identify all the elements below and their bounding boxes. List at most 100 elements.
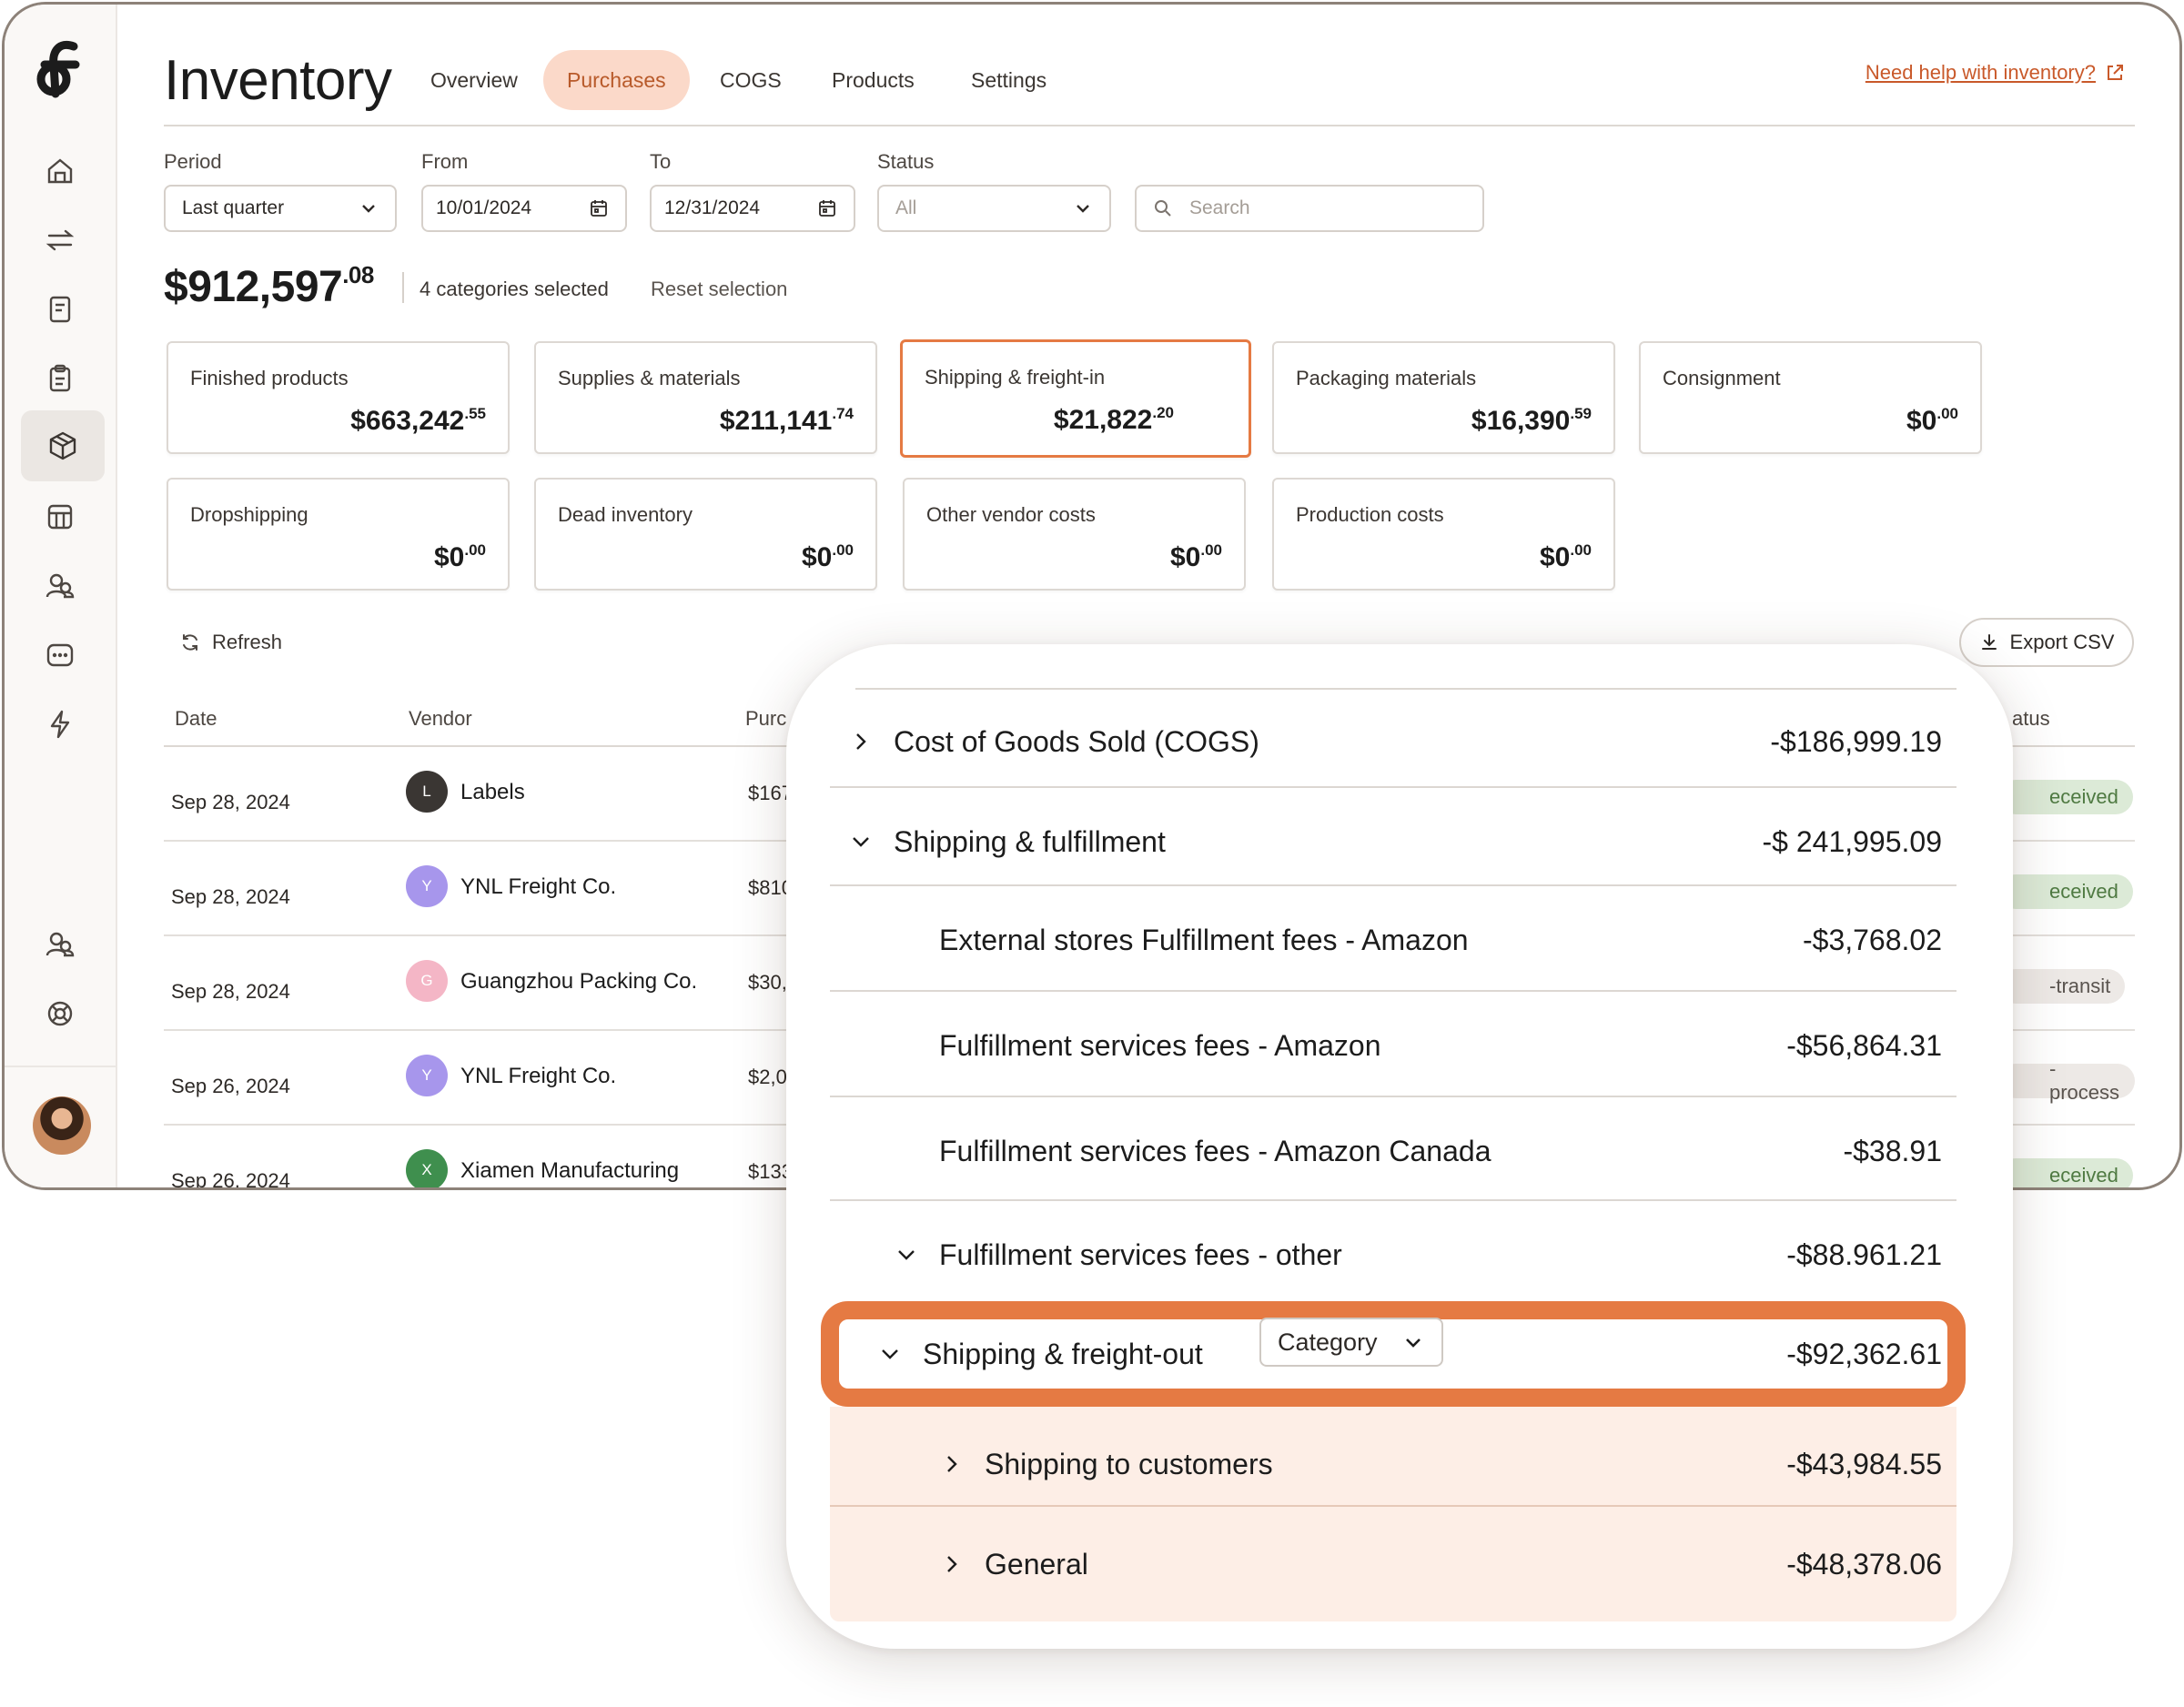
breakdown-value: -$38.91 [1843,1134,1942,1167]
category-value: $0.00 [1540,541,1592,573]
category-value: $0.00 [434,541,486,573]
expanded-children [830,1407,1956,1621]
category-name: Shipping & freight-in [925,366,1106,389]
category-card-finished-products[interactable]: Finished products $663,242.55 [167,341,510,454]
tab-overview[interactable]: Overview [407,50,541,110]
category-value-main: $0 [1169,542,1201,572]
team-icon[interactable] [32,916,88,973]
chevron-right-icon[interactable] [848,729,874,754]
avatar[interactable] [33,1096,91,1155]
package-icon[interactable] [21,410,105,481]
breakdown-row-external-amazon[interactable]: External stores Fulfillment fees - Amazo… [830,919,1956,961]
tab-cogs[interactable]: COGS [696,50,805,110]
vendor-avatar: G [406,960,448,1002]
bolt-icon[interactable] [32,696,88,752]
category-card-supplies-materials[interactable]: Supplies & materials $211,141.74 [534,341,877,454]
transfer-icon[interactable] [32,212,88,268]
category-card-production-costs[interactable]: Production costs $0.00 [1272,478,1615,591]
export-csv-label: Export CSV [2009,631,2115,653]
category-card-shipping-freight-in[interactable]: Shipping & freight-in $21,822.20 [900,339,1251,458]
breakdown-divider [855,688,1956,690]
breakdown-row-fulfillment-other[interactable]: Fulfillment services fees - other -$88.9… [830,1234,1956,1276]
download-icon [1981,634,1997,650]
from-date-value: 10/01/2024 [436,197,532,218]
to-label: To [650,150,672,173]
breakdown-row-fulfillment-amazon-canada[interactable]: Fulfillment services fees - Amazon Canad… [830,1130,1956,1172]
breakdown-row-shipping-fulfillment[interactable]: Shipping & fulfillment -$ 241,995.09 [830,821,1956,863]
from-date-field[interactable]: 10/01/2024 [421,185,627,232]
refresh-icon [183,634,197,651]
to-date-field[interactable]: 12/31/2024 [650,185,855,232]
period-select[interactable]: Last quarter [164,185,397,232]
category-card-dropshipping[interactable]: Dropshipping $0.00 [167,478,510,591]
total-amount: $912,597.08 [164,261,374,312]
logo-icon[interactable] [32,37,90,103]
tab-purchases[interactable]: Purchases [543,50,690,110]
tab-settings[interactable]: Settings [947,50,1070,110]
refresh-label: Refresh [212,631,283,653]
page-title: Inventory [164,49,392,112]
chevron-right-icon[interactable] [939,1551,965,1577]
chevron-down-icon[interactable] [848,829,874,854]
home-icon[interactable] [32,143,88,199]
store-icon[interactable] [32,489,88,545]
category-value: $0.00 [802,541,854,573]
calendar-icon[interactable] [817,198,837,218]
row-date: Sep 26, 2024 [171,1075,290,1097]
category-value: $16,390.59 [1471,405,1592,437]
category-value-cents: .59 [1570,405,1592,422]
breakdown-value: -$92,362.61 [1786,1337,1942,1370]
chat-icon[interactable] [32,627,88,683]
tab-products[interactable]: Products [808,50,938,110]
category-value-main: $16,390 [1471,406,1571,436]
breakdown-label: Fulfillment services fees - other [939,1237,1342,1271]
clipboard-icon[interactable] [32,350,88,407]
breakdown-popover: Cost of Goods Sold (COGS) -$186,999.19 S… [786,644,2013,1649]
chevron-down-icon[interactable] [877,1341,903,1367]
breakdown-label: Fulfillment services fees - Amazon [939,1028,1381,1062]
breakdown-row-cogs[interactable]: Cost of Goods Sold (COGS) -$186,999.19 [830,721,1956,763]
breakdown-divider [830,786,1956,788]
breakdown-row-fulfillment-amazon[interactable]: Fulfillment services fees - Amazon -$56,… [830,1025,1956,1066]
breakdown-row-general[interactable]: General -$48,378.06 [830,1543,1956,1585]
total-separator [402,272,404,303]
breakdown-row-shipping-to-customers[interactable]: Shipping to customers -$43,984.55 [830,1443,1956,1485]
search-input[interactable]: Search [1135,185,1484,232]
category-select[interactable]: Category [1259,1318,1443,1367]
total-main: $912,597 [164,263,343,311]
invoice-icon[interactable] [32,281,88,338]
chevron-down-icon [1406,1338,1421,1348]
sidebar [5,5,117,1187]
column-header-status[interactable]: atus [2012,707,2050,731]
category-name: Production costs [1296,503,1444,526]
help-icon[interactable] [32,985,88,1042]
refresh-button[interactable]: Refresh [179,631,282,654]
category-value-cents: .74 [832,405,854,422]
category-card-other-vendor-costs[interactable]: Other vendor costs $0.00 [903,478,1246,591]
row-vendor: Labels [460,780,525,804]
header-divider [164,125,2135,126]
export-csv-button[interactable]: Export CSV [1959,618,2134,667]
chevron-down-icon[interactable] [894,1242,919,1268]
users-icon[interactable] [32,558,88,614]
help-link[interactable]: Need help with inventory? [1866,61,2125,85]
category-value-cents: .00 [1936,405,1958,422]
row-vendor: YNL Freight Co. [460,1064,617,1088]
column-header-purchase[interactable]: Purc [745,707,786,731]
breakdown-value: -$ 241,995.09 [1762,824,1943,858]
highlighted-row-shipping-freight-out[interactable]: Shipping & freight-out -$92,362.61 Categ… [821,1301,1966,1407]
column-header-vendor[interactable]: Vendor [409,707,472,731]
breakdown-value: -$43,984.55 [1786,1447,1942,1480]
breakdown-label: Shipping & fulfillment [894,824,1166,858]
chevron-right-icon[interactable] [939,1451,965,1477]
category-card-dead-inventory[interactable]: Dead inventory $0.00 [534,478,877,591]
column-header-date[interactable]: Date [175,707,217,731]
breakdown-divider [830,1505,1956,1507]
status-select[interactable]: All [877,185,1111,232]
help-link-label: Need help with inventory? [1865,61,2096,84]
reset-selection-button[interactable]: Reset selection [651,278,787,301]
vendor-avatar: L [406,771,448,813]
calendar-icon[interactable] [589,198,609,218]
category-card-packaging-materials[interactable]: Packaging materials $16,390.59 [1272,341,1615,454]
category-card-consignment[interactable]: Consignment $0.00 [1639,341,1982,454]
